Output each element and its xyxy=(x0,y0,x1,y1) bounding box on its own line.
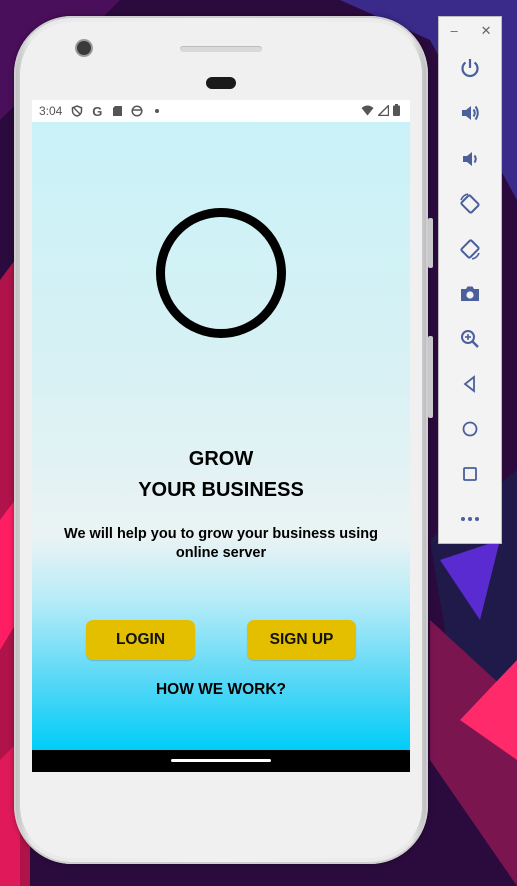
emulator-toolbar: – ✕ xyxy=(438,16,502,544)
front-camera xyxy=(77,41,91,55)
phone-screen: 3:04 G GROW YOUR BUSINESS We will help y… xyxy=(32,100,410,772)
logo-ring-icon xyxy=(156,208,286,338)
rotate-left-icon[interactable] xyxy=(455,189,485,219)
volume-up-icon[interactable] xyxy=(455,98,485,128)
signup-button[interactable]: SIGN UP xyxy=(247,620,356,660)
overview-icon[interactable] xyxy=(455,459,485,489)
sd-card-icon xyxy=(110,104,124,118)
battery-icon xyxy=(393,104,400,119)
rotate-right-icon[interactable] xyxy=(455,234,485,264)
how-we-work-link[interactable]: HOW WE WORK? xyxy=(32,681,410,699)
back-icon[interactable] xyxy=(455,369,485,399)
notification-dot-icon xyxy=(150,104,164,118)
signal-icon xyxy=(376,103,390,119)
login-button[interactable]: LOGIN xyxy=(86,620,195,660)
speaker-grille xyxy=(180,46,262,52)
toolbar-window-controls: – ✕ xyxy=(439,23,503,39)
tagline: We will help you to grow your business u… xyxy=(64,526,378,561)
zoom-icon[interactable] xyxy=(455,324,485,354)
power-side-button[interactable] xyxy=(428,218,433,268)
status-indicators xyxy=(361,103,400,119)
shield-icon xyxy=(70,104,84,118)
minimize-icon[interactable]: – xyxy=(450,23,457,39)
navigation-bar xyxy=(32,750,410,772)
wifi-icon xyxy=(361,105,374,119)
camera-icon[interactable] xyxy=(455,279,485,309)
status-time: 3:04 xyxy=(39,104,63,118)
google-icon: G xyxy=(92,103,103,119)
status-bar: 3:04 G xyxy=(32,100,410,122)
close-icon[interactable]: ✕ xyxy=(481,23,492,39)
power-icon[interactable] xyxy=(455,53,485,83)
face-icon xyxy=(130,104,144,118)
headline-line-1: GROW xyxy=(188,448,254,470)
home-gesture-pill[interactable] xyxy=(171,759,271,762)
earpiece xyxy=(206,77,236,89)
volume-down-icon[interactable] xyxy=(455,144,485,174)
volume-side-button[interactable] xyxy=(428,336,433,418)
app-content: GROW YOUR BUSINESS We will help you to g… xyxy=(32,122,410,750)
headline-line-2: YOUR BUSINESS xyxy=(138,479,304,501)
headline: GROW YOUR BUSINESS xyxy=(32,444,410,506)
home-icon[interactable] xyxy=(455,414,485,444)
more-icon[interactable] xyxy=(455,504,485,534)
